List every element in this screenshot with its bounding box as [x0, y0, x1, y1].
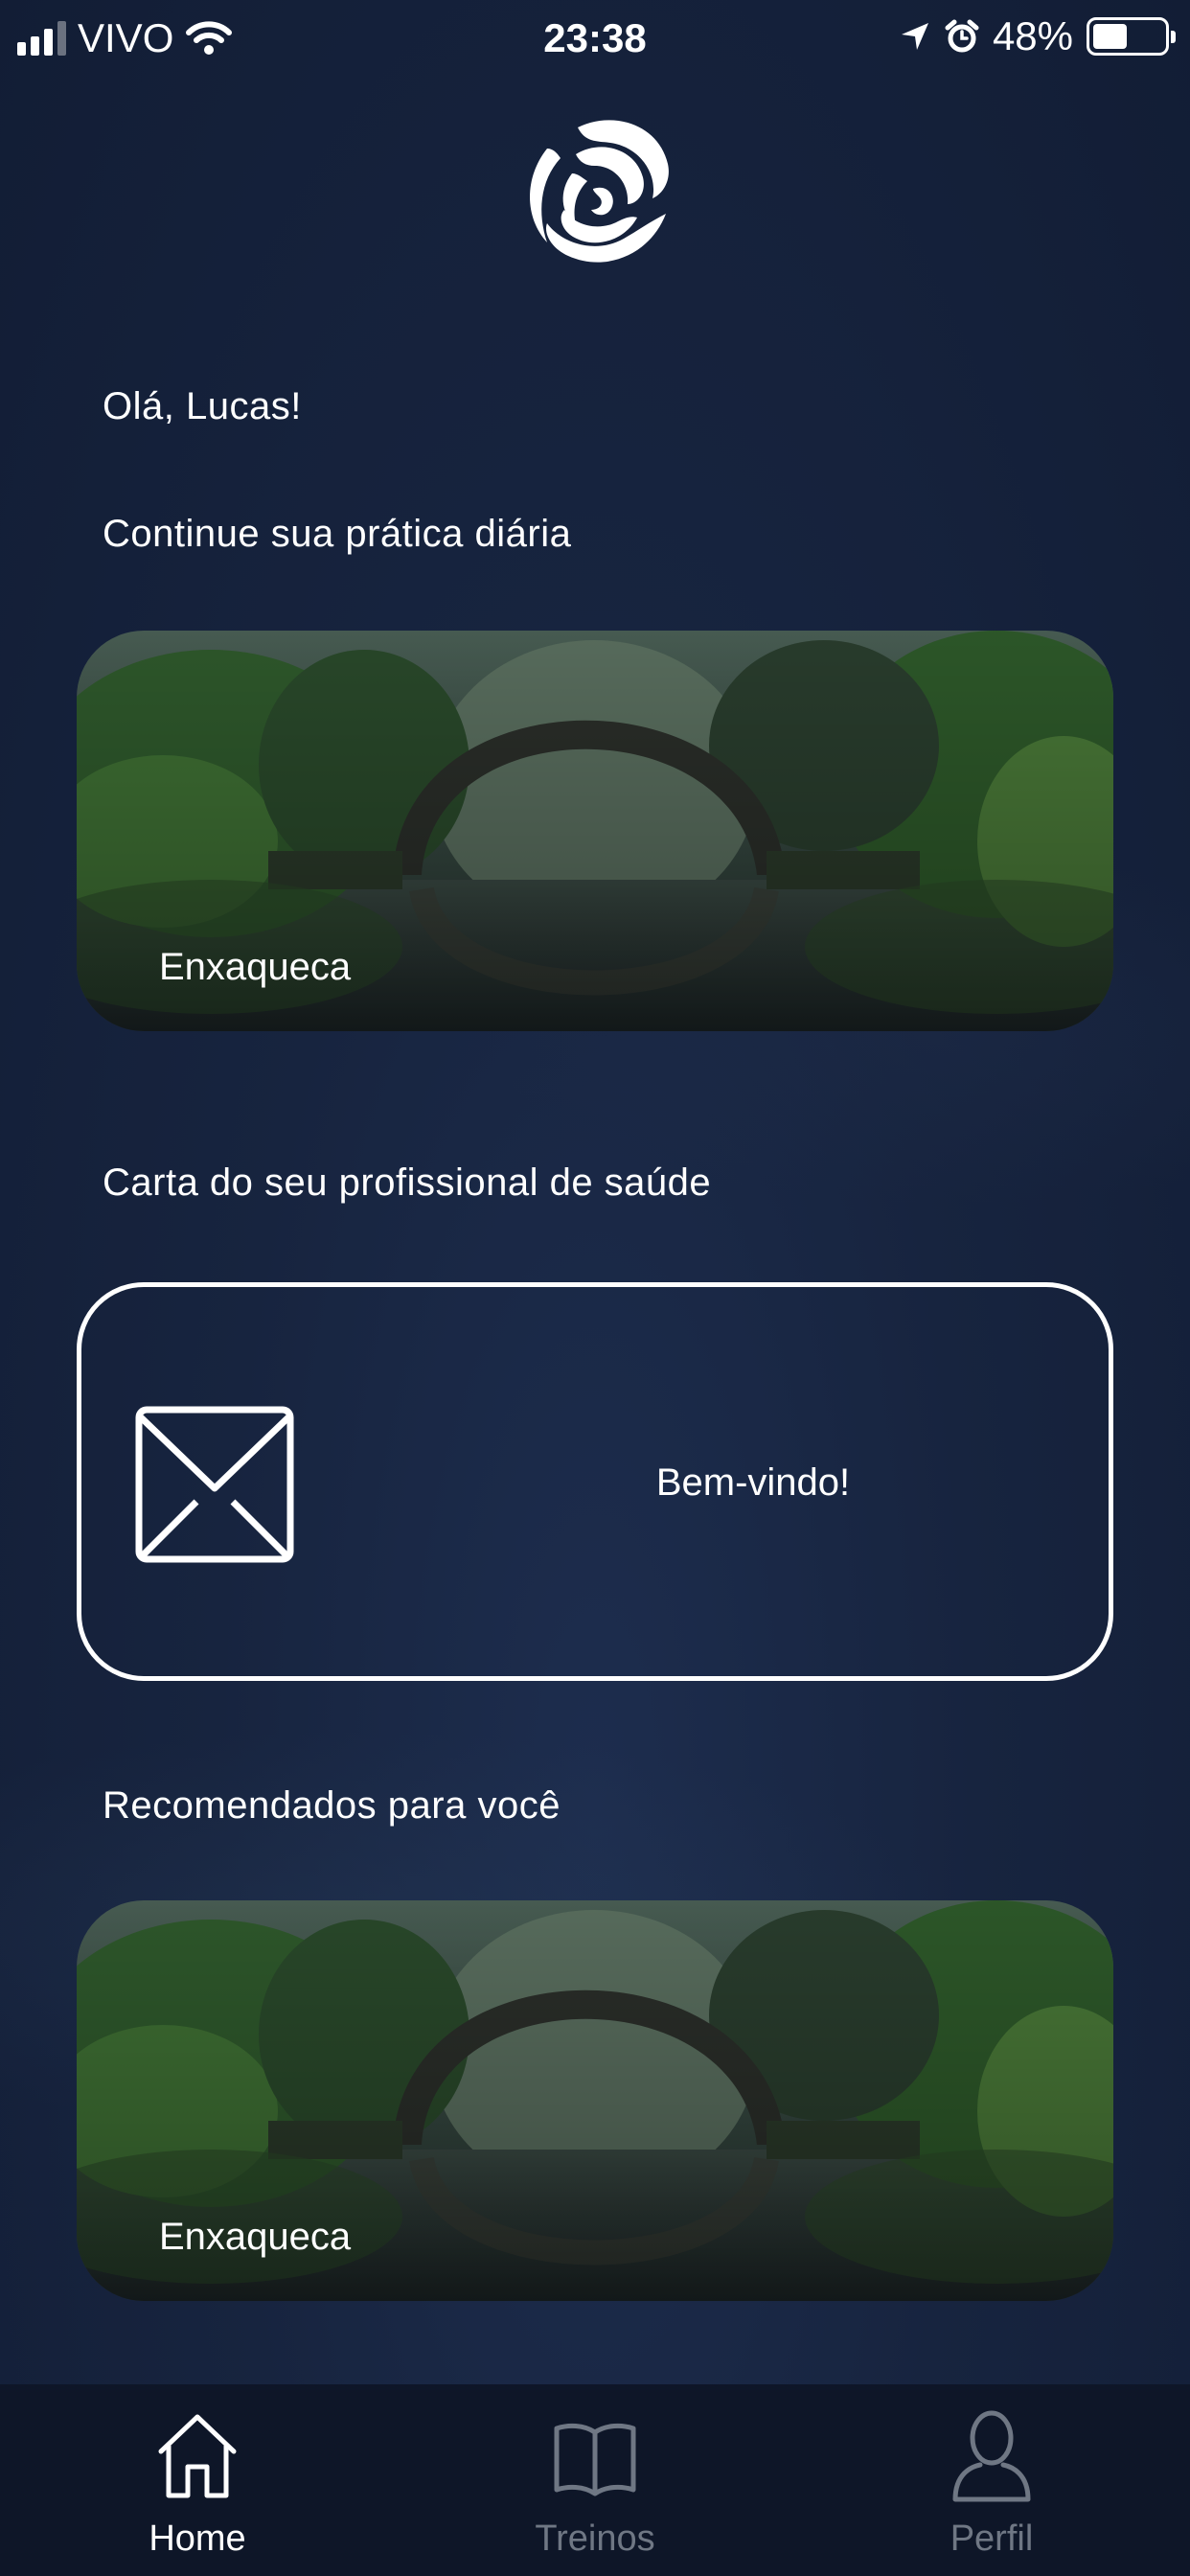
location-arrow-icon — [901, 23, 928, 50]
tab-label: Home — [149, 2518, 246, 2559]
professional-letter-card[interactable]: Bem-vindo! — [77, 1282, 1113, 1681]
tab-bar: Home Treinos Perfil — [0, 2384, 1190, 2576]
greeting: Olá, Lucas! — [103, 385, 302, 427]
book-icon — [554, 2423, 636, 2496]
home-icon — [158, 2414, 237, 2498]
envelope-icon — [135, 1406, 294, 1563]
continue-section-title: Continue sua prática diária — [103, 513, 572, 555]
recommended-section-title: Recomendados para você — [103, 1784, 561, 1827]
tab-treinos[interactable]: Treinos — [451, 2384, 739, 2576]
letter-section-title: Carta do seu profissional de saúde — [103, 1162, 712, 1204]
card-label: Enxaqueca — [159, 2216, 352, 2258]
swirl-logo-icon — [530, 120, 669, 263]
battery-level — [1093, 24, 1127, 49]
tab-perfil[interactable]: Perfil — [848, 2384, 1135, 2576]
recommended-card[interactable]: Enxaqueca — [77, 1900, 1113, 2301]
tab-label: Treinos — [535, 2518, 655, 2559]
user-icon — [952, 2410, 1031, 2502]
status-right: 48% — [899, 13, 1176, 59]
status-bar: VIVO 23:38 48% — [0, 0, 1190, 80]
tab-home[interactable]: Home — [54, 2384, 341, 2576]
letter-text: Bem-vindo! — [655, 1461, 851, 1504]
battery-percent: 48% — [992, 13, 1073, 58]
alarm-clock-icon — [945, 19, 979, 53]
tab-label: Perfil — [950, 2518, 1034, 2559]
card-label: Enxaqueca — [159, 946, 352, 988]
battery-icon — [1087, 17, 1176, 56]
continue-practice-card[interactable]: Enxaqueca — [77, 631, 1113, 1031]
